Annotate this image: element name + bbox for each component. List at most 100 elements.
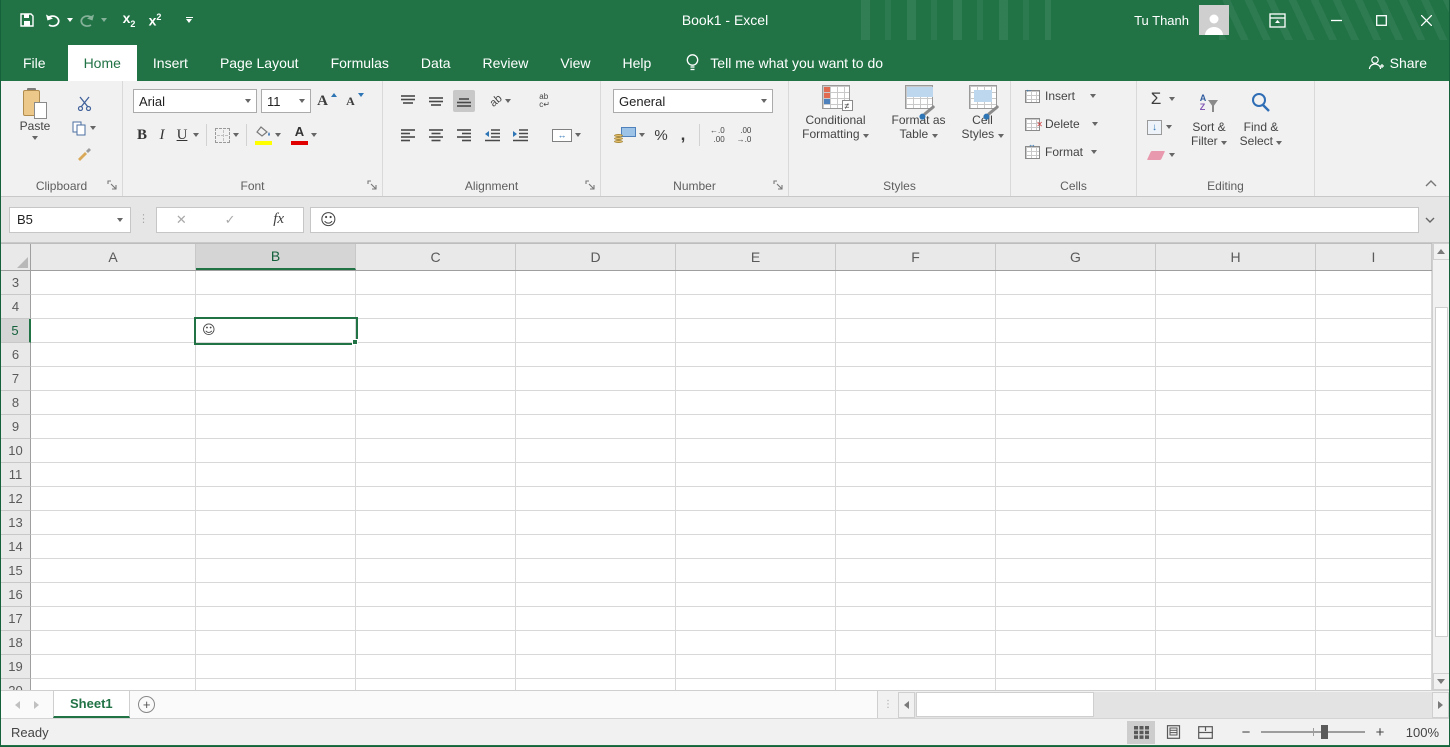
paste-button[interactable]: Paste (9, 86, 61, 140)
cell-C20[interactable] (356, 679, 516, 690)
cell-B7[interactable] (196, 367, 356, 391)
cell-C19[interactable] (356, 655, 516, 679)
cell-H11[interactable] (1156, 463, 1316, 487)
cell-F3[interactable] (836, 271, 996, 295)
column-header-E[interactable]: E (676, 244, 836, 270)
number-dialog-launcher[interactable] (771, 178, 785, 192)
cell-B15[interactable] (196, 559, 356, 583)
wrap-text-button[interactable]: abc↵ (538, 92, 551, 110)
tab-page-layout[interactable]: Page Layout (204, 45, 315, 81)
vertical-scrollbar-thumb[interactable] (1435, 307, 1448, 637)
cell-G9[interactable] (996, 415, 1156, 439)
increase-font-size-button[interactable]: A (315, 92, 339, 111)
cell-I18[interactable] (1316, 631, 1432, 655)
cell-G19[interactable] (996, 655, 1156, 679)
scroll-up-button[interactable] (1433, 243, 1450, 260)
comma-style-button[interactable]: , (676, 124, 690, 146)
row-header-10[interactable]: 10 (1, 439, 31, 463)
cell-E3[interactable] (676, 271, 836, 295)
cell-H3[interactable] (1156, 271, 1316, 295)
cell-H10[interactable] (1156, 439, 1316, 463)
cell-C14[interactable] (356, 535, 516, 559)
cell-H6[interactable] (1156, 343, 1316, 367)
cell-I20[interactable] (1316, 679, 1432, 690)
format-cells-button[interactable]: ↔ Format (1025, 140, 1136, 164)
expand-formula-bar-button[interactable] (1419, 207, 1441, 233)
cell-B20[interactable] (196, 679, 356, 690)
zoom-out-button[interactable]: − (1239, 724, 1253, 741)
cell-E17[interactable] (676, 607, 836, 631)
font-size-select[interactable]: 11 (261, 89, 311, 113)
underline-dropdown[interactable] (193, 133, 199, 137)
name-box[interactable]: B5 (9, 207, 131, 233)
cell-D7[interactable] (516, 367, 676, 391)
redo-button[interactable] (75, 6, 99, 34)
formula-bar-splitter[interactable]: ⋮ (138, 215, 149, 224)
row-header-11[interactable]: 11 (1, 463, 31, 487)
paste-dropdown[interactable] (32, 136, 38, 140)
font-color-button[interactable]: A (290, 125, 309, 146)
tab-home[interactable]: Home (68, 45, 137, 81)
copy-dropdown[interactable] (90, 126, 96, 130)
cell-G20[interactable] (996, 679, 1156, 690)
font-color-dropdown[interactable] (311, 133, 317, 137)
cell-F9[interactable] (836, 415, 996, 439)
cell-I12[interactable] (1316, 487, 1432, 511)
align-left-button[interactable] (397, 124, 419, 146)
cell-G8[interactable] (996, 391, 1156, 415)
cell-D18[interactable] (516, 631, 676, 655)
cell-E8[interactable] (676, 391, 836, 415)
customize-qat-button[interactable] (177, 6, 201, 34)
cell-E7[interactable] (676, 367, 836, 391)
select-all-button[interactable] (1, 244, 31, 270)
cell-I6[interactable] (1316, 343, 1432, 367)
cell-C18[interactable] (356, 631, 516, 655)
tab-help[interactable]: Help (607, 45, 668, 81)
font-dialog-launcher[interactable] (365, 178, 379, 192)
cell-E14[interactable] (676, 535, 836, 559)
scroll-right-button[interactable] (1432, 692, 1449, 718)
cell-H12[interactable] (1156, 487, 1316, 511)
cell-B8[interactable] (196, 391, 356, 415)
row-header-6[interactable]: 6 (1, 343, 31, 367)
cell-G5[interactable] (996, 319, 1156, 343)
cell-C13[interactable] (356, 511, 516, 535)
cell-A5[interactable] (31, 319, 196, 343)
row-header-15[interactable]: 15 (1, 559, 31, 583)
center-button[interactable] (425, 124, 447, 146)
fill-color-button[interactable] (254, 125, 273, 146)
fill-handle[interactable] (352, 339, 358, 345)
user-name[interactable]: Tu Thanh (1134, 13, 1189, 28)
cell-G10[interactable] (996, 439, 1156, 463)
cell-E4[interactable] (676, 295, 836, 319)
row-header-13[interactable]: 13 (1, 511, 31, 535)
cell-G6[interactable] (996, 343, 1156, 367)
cell-D4[interactable] (516, 295, 676, 319)
tab-review[interactable]: Review (467, 45, 545, 81)
decrease-font-size-button[interactable]: A (343, 93, 367, 110)
column-header-G[interactable]: G (996, 244, 1156, 270)
cell-C6[interactable] (356, 343, 516, 367)
cell-G11[interactable] (996, 463, 1156, 487)
ribbon-display-options-button[interactable] (1255, 0, 1300, 40)
cell-F18[interactable] (836, 631, 996, 655)
fill-button[interactable]: ↓ (1147, 115, 1175, 139)
vertical-scrollbar[interactable] (1432, 243, 1449, 690)
share-button[interactable]: Share (1345, 45, 1449, 81)
underline-button[interactable]: U (173, 126, 191, 145)
cell-F15[interactable] (836, 559, 996, 583)
cell-E10[interactable] (676, 439, 836, 463)
cell-C10[interactable] (356, 439, 516, 463)
cell-E9[interactable] (676, 415, 836, 439)
cell-G17[interactable] (996, 607, 1156, 631)
save-button[interactable] (15, 6, 39, 34)
cell-D16[interactable] (516, 583, 676, 607)
cell-A20[interactable] (31, 679, 196, 690)
zoom-in-button[interactable]: + (1373, 724, 1387, 741)
cell-H15[interactable] (1156, 559, 1316, 583)
horizontal-scrollbar-track[interactable] (915, 692, 1432, 718)
number-format-select[interactable]: General (613, 89, 773, 113)
scroll-left-button[interactable] (898, 692, 915, 718)
cell-B6[interactable] (196, 343, 356, 367)
cell-D11[interactable] (516, 463, 676, 487)
